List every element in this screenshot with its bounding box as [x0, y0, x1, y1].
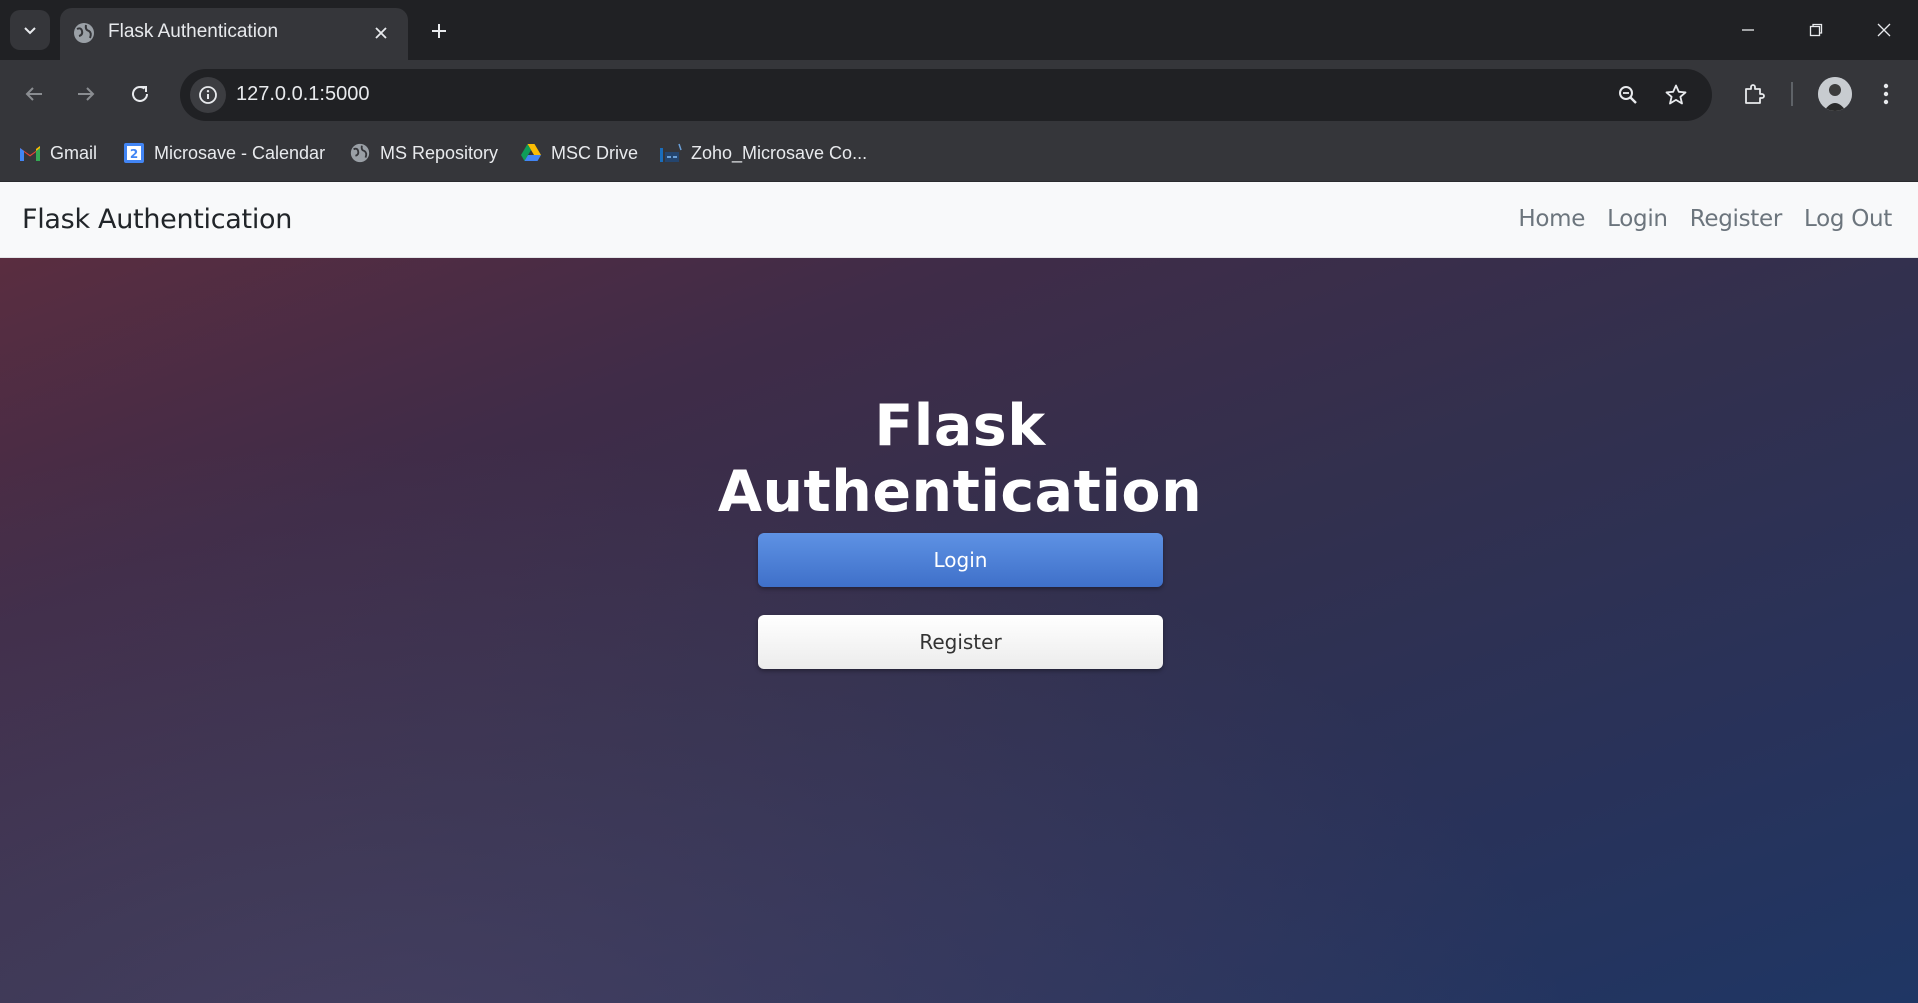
- close-icon: [1877, 23, 1891, 37]
- chevron-down-icon: [24, 27, 36, 35]
- more-vert-icon: [1883, 83, 1889, 105]
- tab-strip: Flask Authentication: [0, 0, 1918, 60]
- web-page: Flask Authentication Home Login Register…: [0, 182, 1918, 1003]
- address-bar[interactable]: 127.0.0.1:5000: [180, 69, 1712, 121]
- bookmark-star-button[interactable]: [1658, 77, 1694, 113]
- bookmarks-bar: Gmail 2 Microsave - Calendar MS Reposito…: [0, 128, 1918, 182]
- minimize-button[interactable]: [1728, 12, 1768, 48]
- bookmark-calendar[interactable]: 2 Microsave - Calendar: [122, 138, 325, 168]
- tab-close-button[interactable]: [366, 18, 396, 48]
- hero-title-line-2: Authentication: [717, 459, 1203, 525]
- hero-section: Flask Authentication Login Register: [0, 258, 1918, 1003]
- site-navbar: Flask Authentication Home Login Register…: [0, 182, 1918, 258]
- close-window-button[interactable]: [1864, 12, 1904, 48]
- restore-button[interactable]: [1796, 12, 1836, 48]
- zoom-button[interactable]: [1610, 77, 1646, 113]
- navbar-brand[interactable]: Flask Authentication: [22, 204, 292, 235]
- info-icon: [199, 86, 217, 104]
- profile-avatar[interactable]: [1818, 77, 1852, 111]
- hero-title-line-1: Flask: [874, 393, 1046, 459]
- reload-icon: [132, 85, 148, 102]
- extensions-button[interactable]: [1734, 74, 1774, 114]
- tab-title: Flask Authentication: [108, 21, 279, 42]
- browser-tab[interactable]: Flask Authentication: [60, 8, 408, 60]
- bookmark-gmail[interactable]: Gmail: [18, 138, 97, 168]
- nav-link-logout[interactable]: Log Out: [1804, 206, 1892, 232]
- reload-button[interactable]: [120, 74, 160, 114]
- bookmark-msc-drive[interactable]: MSC Drive: [519, 138, 638, 168]
- bookmark-ms-repository[interactable]: MS Repository: [348, 138, 498, 168]
- tab-search-button[interactable]: [10, 10, 50, 50]
- nav-link-home[interactable]: Home: [1518, 206, 1585, 232]
- calendar-icon: 2: [122, 141, 146, 165]
- star-icon: [1665, 84, 1687, 105]
- menu-button[interactable]: [1866, 74, 1906, 114]
- minimize-icon: [1742, 29, 1754, 31]
- bookmark-zoho[interactable]: Zoho_Microsave Co...: [659, 138, 867, 168]
- url-text[interactable]: 127.0.0.1:5000: [236, 83, 369, 106]
- restore-icon: [1809, 23, 1823, 37]
- gmail-icon: [18, 141, 42, 165]
- person-icon: [1818, 77, 1852, 111]
- arrow-left-icon: [25, 87, 42, 101]
- toolbar-divider: [1791, 82, 1793, 106]
- new-tab-button[interactable]: [422, 14, 456, 48]
- svg-text:2: 2: [130, 147, 138, 161]
- zoho-icon: [659, 141, 683, 165]
- drive-icon: [519, 141, 543, 165]
- register-button[interactable]: Register: [758, 615, 1163, 669]
- close-icon: [375, 27, 387, 39]
- back-button[interactable]: [14, 74, 54, 114]
- hero-title: Flask Authentication: [700, 393, 1220, 525]
- nav-link-register[interactable]: Register: [1690, 206, 1783, 232]
- globe-icon: [74, 23, 94, 43]
- forward-button[interactable]: [66, 74, 106, 114]
- arrow-right-icon: [78, 87, 95, 101]
- zoom-icon: [1619, 86, 1637, 104]
- plus-icon: [432, 24, 446, 38]
- nav-link-login[interactable]: Login: [1607, 206, 1668, 232]
- browser-toolbar: 127.0.0.1:5000: [0, 60, 1918, 128]
- login-button[interactable]: Login: [758, 533, 1163, 587]
- globe-icon: [348, 141, 372, 165]
- nav-links: Home Login Register Log Out: [1518, 206, 1892, 232]
- site-info-button[interactable]: [190, 77, 226, 113]
- puzzle-icon: [1745, 84, 1765, 104]
